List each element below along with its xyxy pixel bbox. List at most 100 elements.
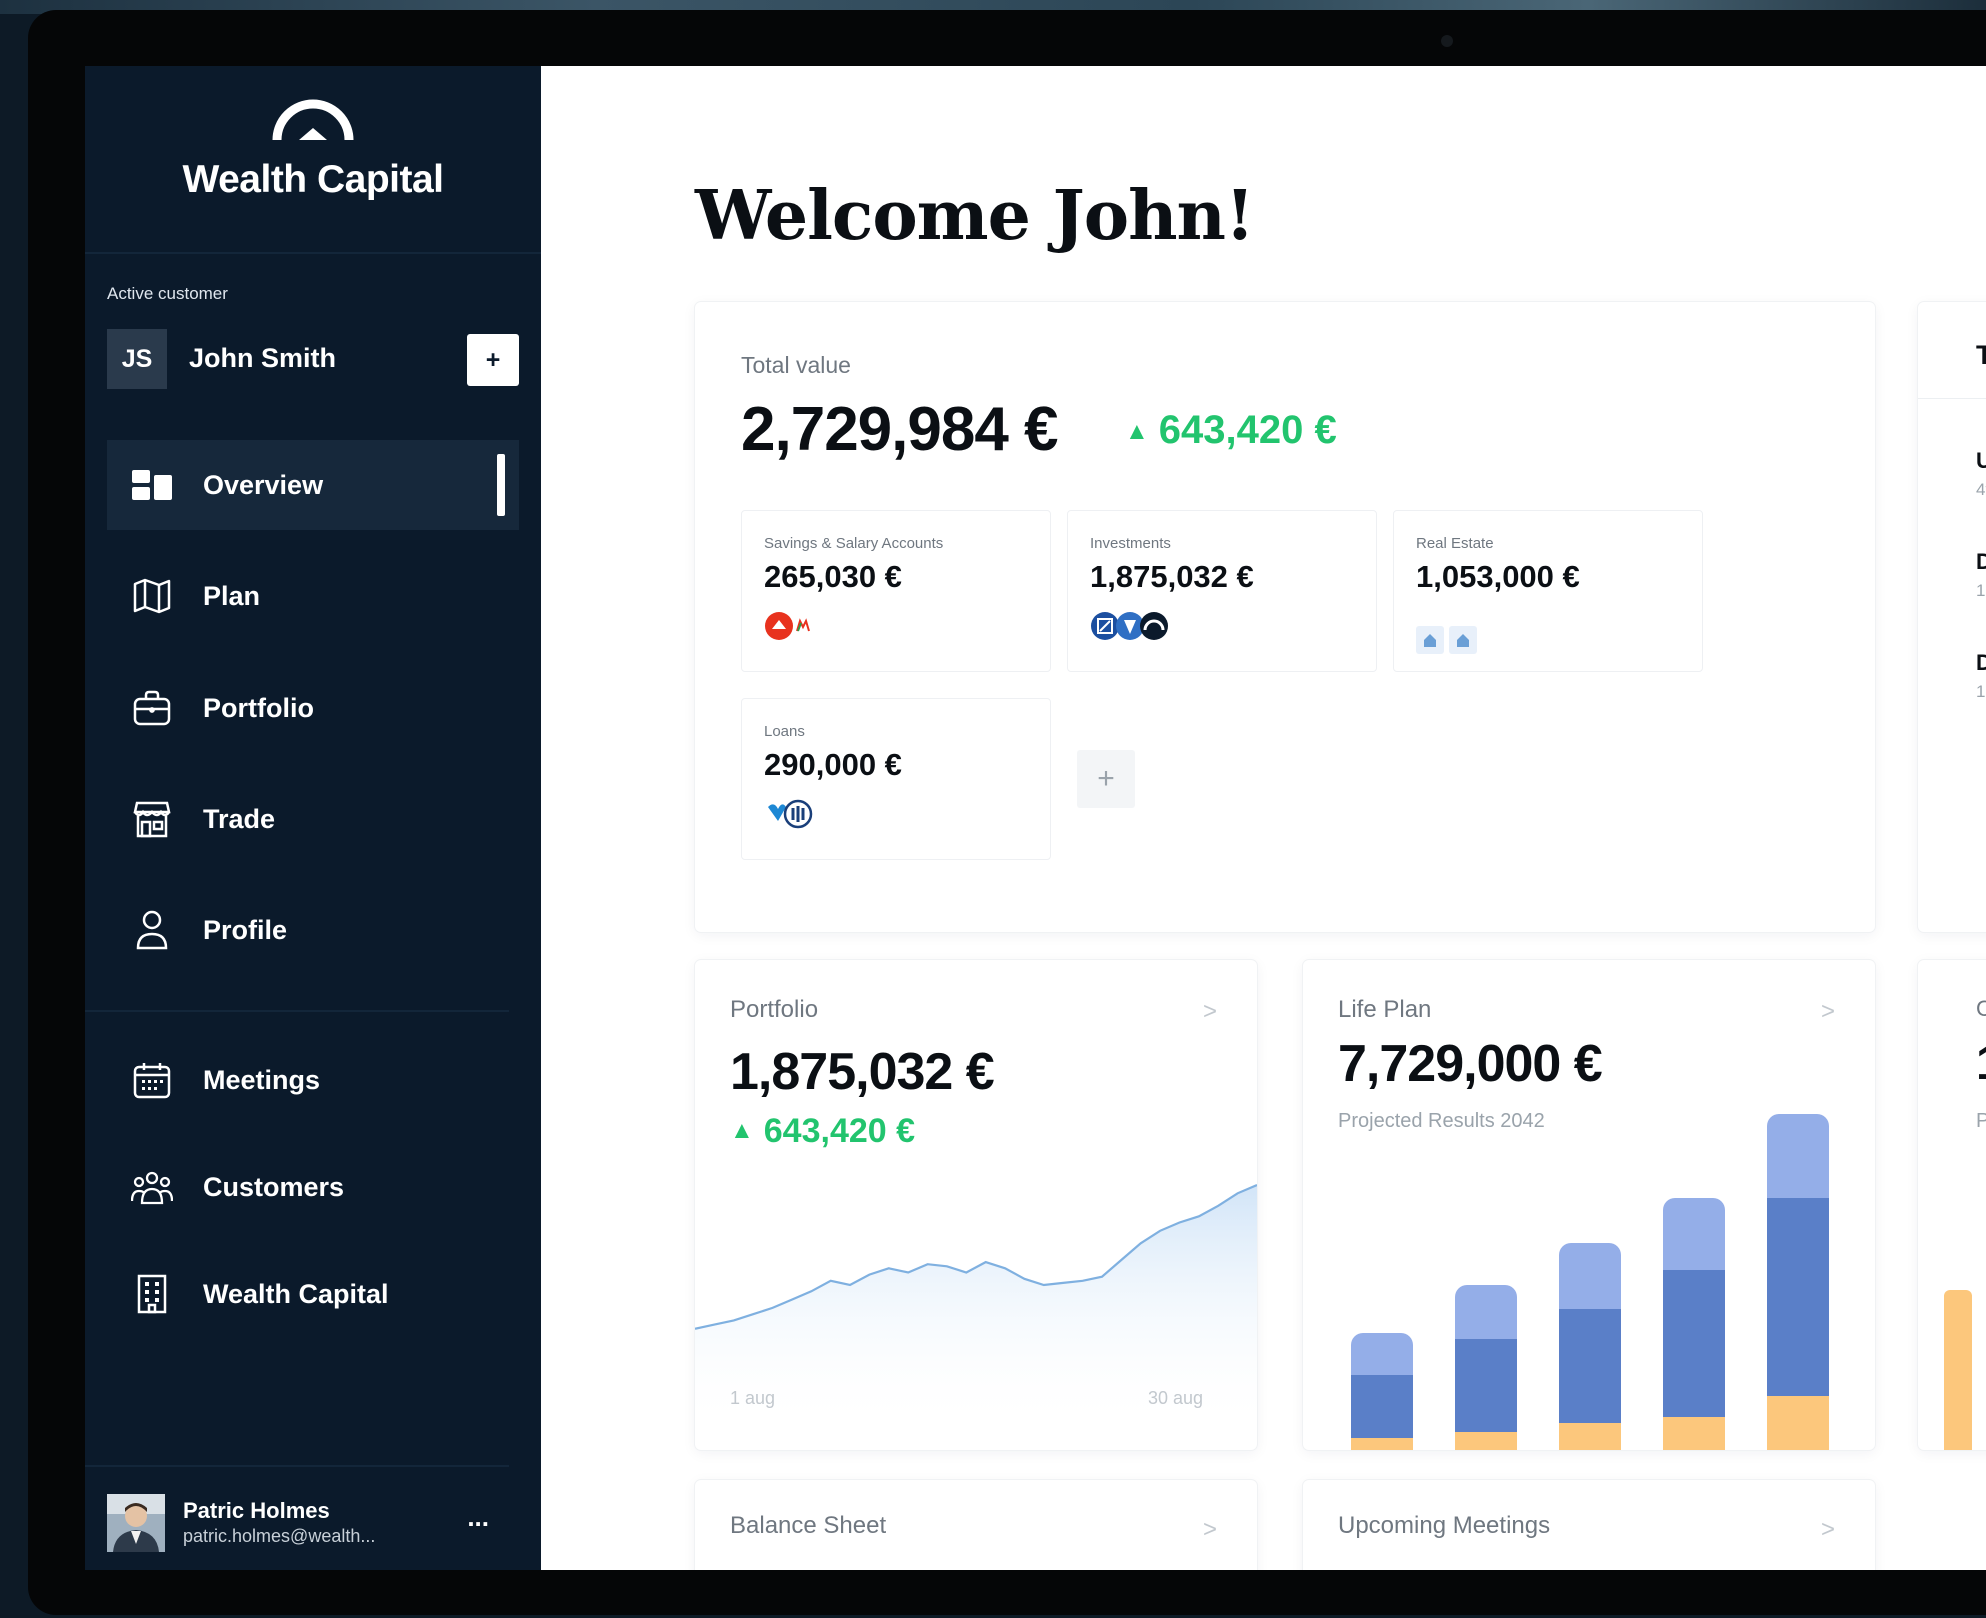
divider	[1918, 398, 1986, 399]
broker-logos	[1090, 611, 1170, 641]
chevron-right-icon[interactable]: >	[1821, 1516, 1835, 1544]
bar-segment	[1559, 1309, 1621, 1423]
life-plan-card[interactable]: Life Plan > 7,729,000 € Projected Result…	[1303, 960, 1875, 1450]
total-value-label: Total value	[741, 352, 851, 378]
bank-logos	[764, 611, 818, 641]
wealth-capital-logo-icon	[272, 99, 354, 141]
bar-segment	[1455, 1339, 1517, 1432]
account-tile-investments[interactable]: Investments 1,875,032 €	[1067, 510, 1377, 672]
card-title: Balance Sheet	[730, 1512, 887, 1539]
task-title[interactable]: Up	[1976, 448, 1986, 474]
house-icon	[1416, 626, 1477, 654]
nav-item-customers[interactable]: Customers	[107, 1142, 519, 1232]
task-title[interactable]: Dis	[1976, 549, 1986, 575]
bar-segment	[1663, 1417, 1725, 1450]
app-screen: Wealth Capital Active customer JS John S…	[85, 66, 1986, 1570]
add-customer-button[interactable]: +	[467, 334, 519, 386]
nav-item-portfolio[interactable]: Portfolio	[107, 663, 519, 753]
calendar-icon	[131, 1059, 173, 1101]
divider	[85, 1465, 509, 1467]
nav-label: Overview	[203, 469, 324, 500]
balance-sheet-card[interactable]: Balance Sheet >	[695, 1480, 1257, 1570]
task-date: 4th	[1976, 480, 1986, 499]
up-arrow-icon: ▲	[1125, 418, 1149, 445]
user-icon	[131, 909, 173, 951]
logo[interactable]: Wealth Capital	[85, 98, 541, 202]
x-axis-start-label: 1 aug	[730, 1388, 776, 1408]
account-value: 265,030 €	[764, 559, 902, 594]
customer-name: John Smith	[189, 343, 336, 373]
nav-label: Plan	[203, 580, 261, 611]
divider	[85, 252, 541, 254]
nav-item-meetings[interactable]: Meetings	[107, 1035, 519, 1125]
bank-logo-icon	[765, 612, 812, 640]
nav-label: Profile	[203, 914, 288, 945]
camera-dot	[1441, 35, 1453, 47]
cash-card	[1918, 960, 1986, 1450]
total-value-amount: 2,729,984 €	[741, 395, 1059, 464]
bar-segment	[1767, 1114, 1829, 1198]
bar-segment	[1559, 1243, 1621, 1309]
tasks-card	[1918, 302, 1986, 932]
cash-subtitle: Proj	[1976, 1110, 1986, 1132]
nav-item-wealth-capital[interactable]: Wealth Capital	[107, 1249, 519, 1339]
user-name: Patric Holmes	[183, 1498, 330, 1523]
active-indicator	[497, 454, 505, 516]
total-value-change: ▲ 643,420 €	[1125, 408, 1337, 453]
account-label: Investments	[1090, 535, 1171, 552]
bar-segment	[1663, 1270, 1725, 1417]
cash-value: 12	[1976, 1036, 1986, 1091]
user-email: patric.holmes@wealth...	[183, 1526, 376, 1546]
account-label: Real Estate	[1416, 535, 1494, 552]
card-title: Upcoming Meetings	[1338, 1512, 1551, 1539]
divider	[85, 1010, 509, 1012]
account-value: 1,053,000 €	[1416, 559, 1580, 594]
account-tile-loans[interactable]: Loans 290,000 €	[741, 698, 1051, 860]
bar-segment	[1559, 1423, 1621, 1450]
nav-item-overview[interactable]: Overview	[107, 440, 519, 530]
lender-logos	[764, 799, 818, 829]
more-options-button[interactable]: ...	[467, 1502, 489, 1533]
nav-label: Customers	[203, 1171, 345, 1202]
add-account-button[interactable]: +	[1077, 750, 1135, 808]
nav-label: Meetings	[203, 1064, 321, 1095]
briefcase-icon	[131, 687, 173, 729]
account-label: Loans	[764, 723, 805, 740]
broker-logo-icon	[1091, 612, 1168, 640]
upcoming-meetings-card[interactable]: Upcoming Meetings >	[1303, 1480, 1875, 1570]
life-plan-bar-chart	[1351, 1114, 1829, 1450]
account-value: 290,000 €	[764, 747, 902, 782]
customer-avatar: JS	[107, 329, 167, 389]
bar-segment	[1351, 1438, 1413, 1450]
bar-segment	[1767, 1396, 1829, 1450]
nav-item-profile[interactable]: Profile	[107, 885, 519, 975]
account-tile-savings[interactable]: Savings & Salary Accounts 265,030 €	[741, 510, 1051, 672]
main-content: Welcome John! Total value 2,729,984 € ▲ 6…	[541, 66, 1986, 1570]
store-icon	[131, 798, 173, 840]
active-customer[interactable]: JS John Smith +	[107, 329, 519, 389]
bar-segment	[1455, 1285, 1517, 1339]
tasks-title: Ta	[1976, 340, 1986, 370]
brand-name: Wealth Capital	[182, 158, 445, 201]
nav-item-trade[interactable]: Trade	[107, 774, 519, 864]
current-user[interactable]: Patric Holmes patric.holmes@wealth... ..…	[107, 1494, 519, 1554]
user-avatar	[107, 1494, 165, 1552]
bar-segment	[1455, 1432, 1517, 1450]
portfolio-card[interactable]: Portfolio > 1,875,032 € ▲ 643,420 € 1 aug…	[695, 960, 1257, 1450]
total-value-card: Total value 2,729,984 € ▲ 643,420 € Savin…	[695, 302, 1875, 932]
cash-bar	[1944, 1290, 1972, 1450]
nav-label: Wealth Capital	[203, 1278, 389, 1309]
property-icons	[1416, 625, 1478, 655]
task-date: 12th	[1976, 682, 1986, 701]
nav-label: Portfolio	[203, 692, 314, 723]
account-label: Savings & Salary Accounts	[764, 535, 944, 552]
chevron-right-icon[interactable]: >	[1203, 1516, 1217, 1544]
nav-label: Trade	[203, 803, 276, 834]
x-axis-end-label: 30 aug	[1147, 1388, 1203, 1408]
task-title[interactable]: Dep	[1976, 650, 1986, 676]
page-title: Welcome John!	[695, 176, 1255, 256]
cash-title: Cas	[1976, 996, 1986, 1021]
nav-item-plan[interactable]: Plan	[107, 551, 519, 641]
account-tile-real-estate[interactable]: Real Estate 1,053,000 €	[1393, 510, 1703, 672]
bar-segment	[1351, 1375, 1413, 1438]
